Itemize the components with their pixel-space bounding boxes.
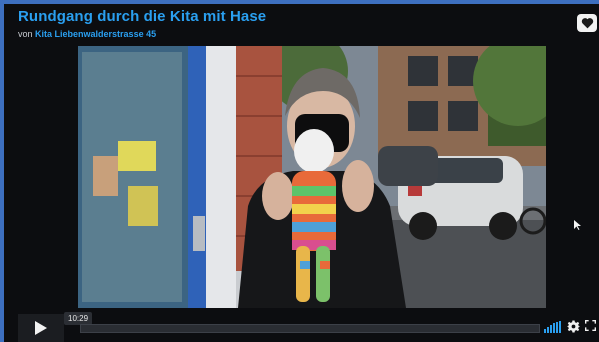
player-window: Rundgang durch die Kita mit Hase von Kit… [4, 4, 599, 342]
video-frame[interactable] [78, 46, 546, 308]
like-button[interactable] [577, 14, 597, 32]
fullscreen-icon[interactable] [585, 320, 596, 331]
author-link[interactable]: Kita Liebenwalderstrasse 45 [35, 29, 156, 39]
video-title[interactable]: Rundgang durch die Kita mit Hase [18, 8, 266, 25]
mouse-cursor-icon [574, 220, 581, 230]
volume-icon[interactable] [544, 321, 562, 333]
play-button[interactable] [18, 314, 64, 342]
player-controls: 10:29 [4, 312, 599, 342]
heart-icon [581, 18, 593, 29]
video-still [78, 46, 546, 308]
gear-icon[interactable] [567, 320, 580, 333]
play-icon [35, 321, 47, 335]
video-byline: von Kita Liebenwalderstrasse 45 [18, 29, 156, 39]
progress-bar[interactable] [80, 324, 540, 333]
byline-prefix: von [18, 29, 33, 39]
